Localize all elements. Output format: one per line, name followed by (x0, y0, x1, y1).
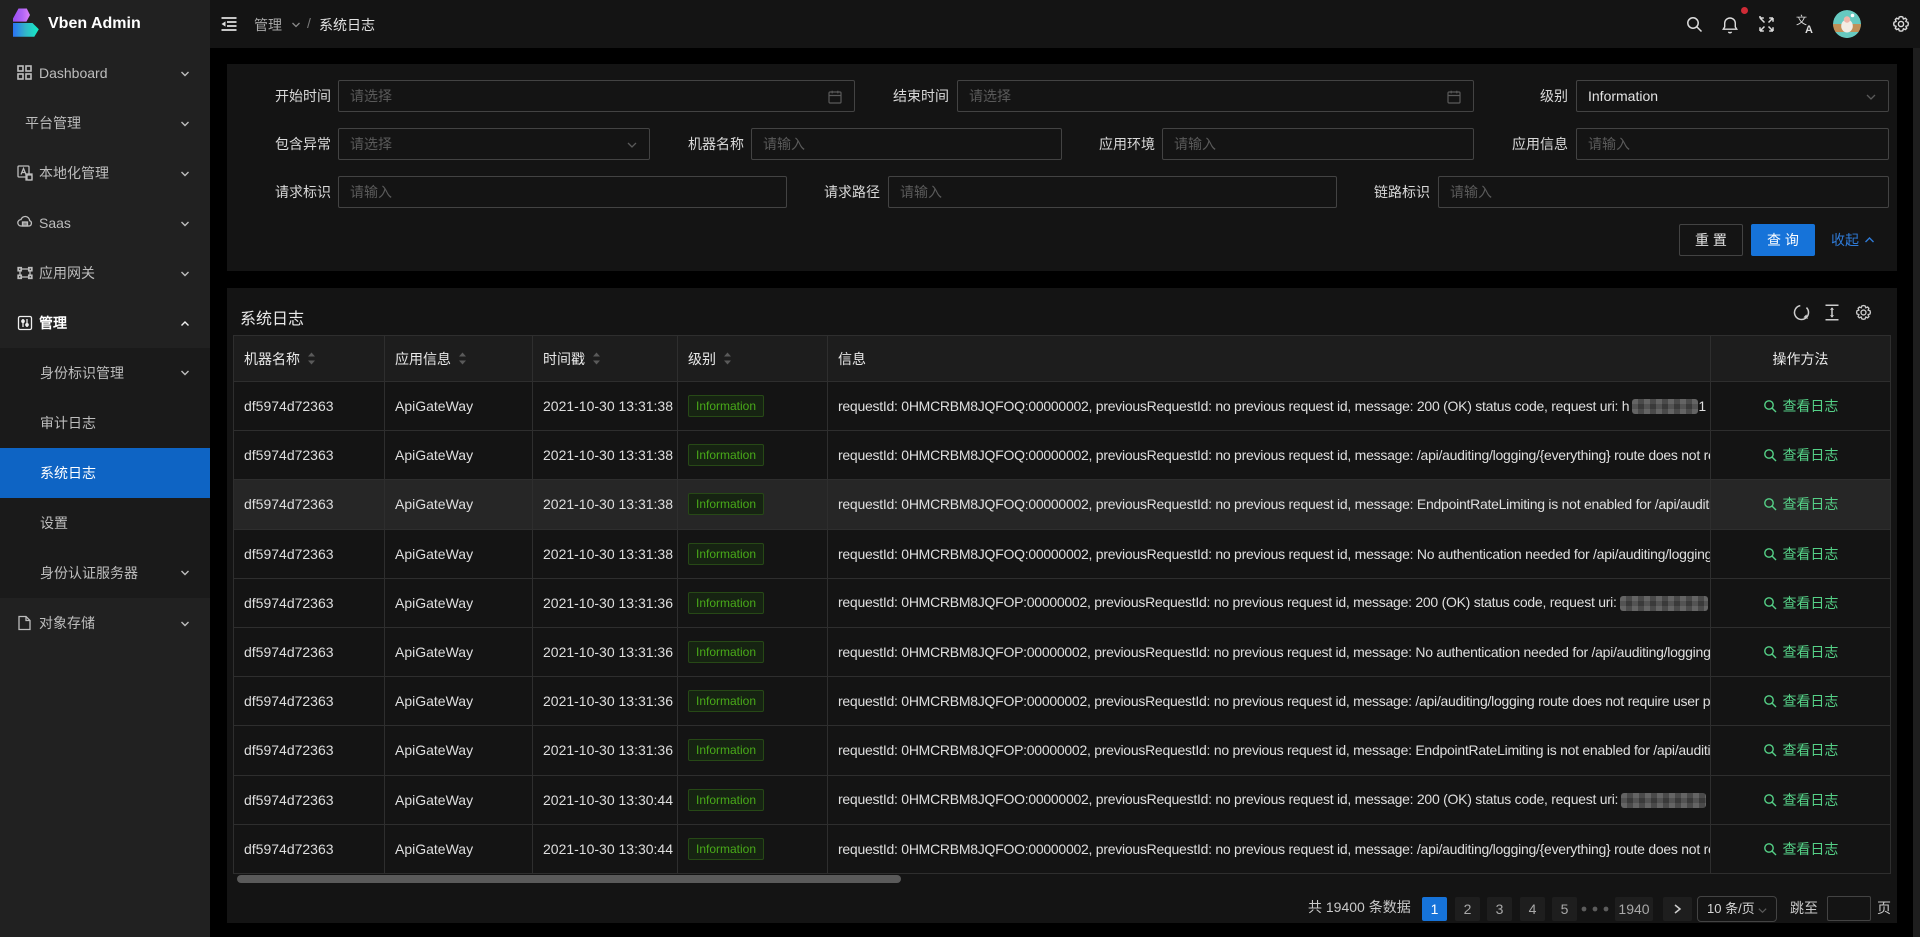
svg-text:A: A (1805, 24, 1813, 34)
